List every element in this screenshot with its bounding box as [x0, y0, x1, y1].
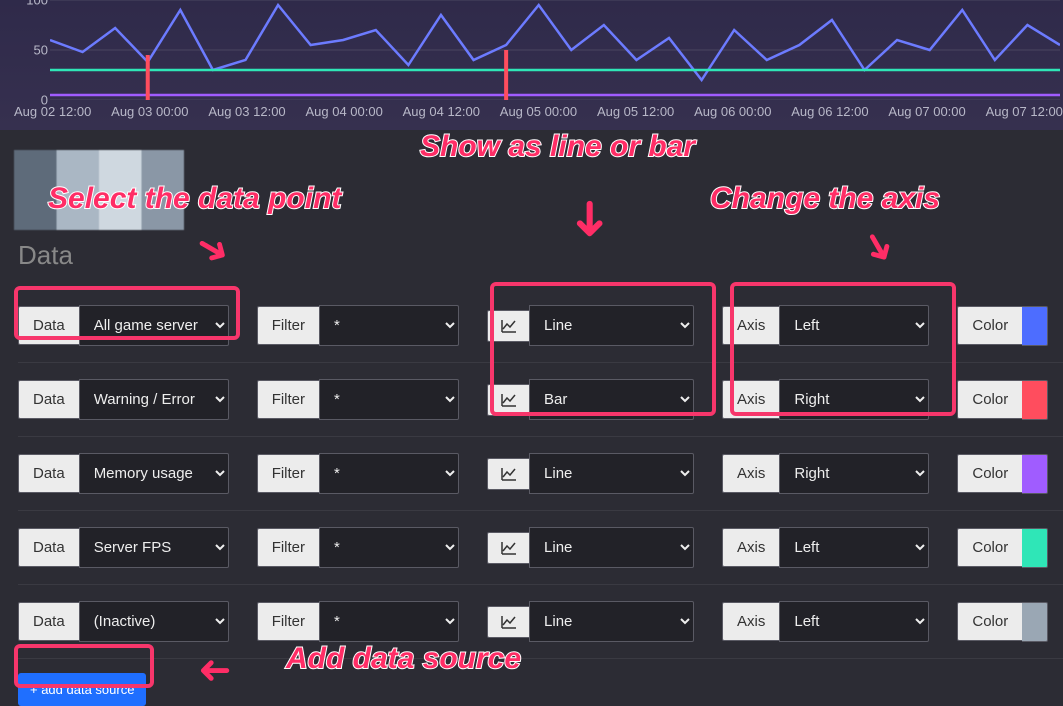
data-source-row: DataServer FPS Filter* Line AxisLeft Color	[18, 511, 1063, 585]
color-label: Color	[957, 528, 1022, 567]
x-tick: Aug 03 12:00	[208, 104, 285, 119]
x-tick: Aug 04 00:00	[305, 104, 382, 119]
data-label: Data	[18, 528, 79, 567]
axis-select[interactable]: Right	[779, 379, 929, 420]
filter-select[interactable]: *	[319, 527, 459, 568]
data-select[interactable]: Warning / Error	[79, 379, 229, 420]
axis-select[interactable]: Left	[779, 601, 929, 642]
axis-label: Axis	[722, 454, 779, 493]
filter-select[interactable]: *	[319, 453, 459, 494]
section-heading: Data	[18, 240, 1063, 271]
data-source-row: DataAll game server Filter* Line AxisLeft Co…	[18, 289, 1063, 363]
annotation-change-axis: Change the axis	[710, 182, 940, 216]
x-tick: Aug 05 12:00	[597, 104, 674, 119]
data-select[interactable]: (Inactive)	[79, 601, 229, 642]
filter-label: Filter	[257, 454, 319, 493]
data-select[interactable]: All game server	[79, 305, 229, 346]
color-swatch[interactable]	[1022, 454, 1048, 494]
x-tick: Aug 07 00:00	[888, 104, 965, 119]
chart-type-icon	[487, 532, 529, 564]
filter-select[interactable]: *	[319, 305, 459, 346]
filter-select[interactable]: *	[319, 601, 459, 642]
x-tick: Aug 06 12:00	[791, 104, 868, 119]
data-source-row: DataMemory usage Filter* Line AxisRight Colo…	[18, 437, 1063, 511]
x-tick: Aug 04 12:00	[403, 104, 480, 119]
chart-type-select[interactable]: Line	[529, 601, 694, 642]
x-tick: Aug 06 00:00	[694, 104, 771, 119]
y-axis-ticks: 100 50 0	[14, 0, 48, 100]
chart-plot	[50, 0, 1060, 100]
color-label: Color	[957, 602, 1022, 641]
annotation-add-source: Add data source	[286, 642, 521, 676]
data-source-rows: DataAll game serverFilter*LineAxisLeftCo…	[0, 289, 1063, 659]
axis-select[interactable]: Left	[779, 305, 929, 346]
arrow-icon: ➜	[198, 648, 232, 694]
chart-type-select[interactable]: Line	[529, 453, 694, 494]
y-tick: 50	[34, 43, 48, 58]
data-label: Data	[18, 454, 79, 493]
data-label: Data	[18, 306, 79, 345]
color-swatch[interactable]	[1022, 528, 1048, 568]
axis-label: Axis	[722, 602, 779, 641]
x-tick: Aug 03 00:00	[111, 104, 188, 119]
x-tick: Aug 05 00:00	[500, 104, 577, 119]
color-label: Color	[957, 380, 1022, 419]
axis-select[interactable]: Left	[779, 527, 929, 568]
color-label: Color	[957, 306, 1022, 345]
x-tick: Aug 07 12:00	[986, 104, 1063, 119]
color-swatch[interactable]	[1022, 380, 1048, 420]
chart-type-select[interactable]: Line	[529, 305, 694, 346]
chart-type-icon	[487, 606, 529, 638]
filter-label: Filter	[257, 306, 319, 345]
y-tick: 100	[26, 0, 48, 8]
data-label: Data	[18, 380, 79, 419]
axis-label: Axis	[722, 380, 779, 419]
filter-label: Filter	[257, 602, 319, 641]
annotation-select-data: Select the data point	[48, 182, 341, 216]
axis-label: Axis	[722, 528, 779, 567]
add-data-source-button[interactable]: + add data source	[18, 673, 146, 706]
axis-select[interactable]: Right	[779, 453, 929, 494]
axis-label: Axis	[722, 306, 779, 345]
chart-type-select[interactable]: Bar	[529, 379, 694, 420]
chart-type-icon	[487, 310, 529, 342]
data-source-row: DataWarning / Error Filter* Bar AxisRight Co…	[18, 363, 1063, 437]
color-swatch[interactable]	[1022, 306, 1048, 346]
metrics-chart: 100 50 0 Aug 02 12:00 Aug 03 00:00 Aug 03 …	[0, 0, 1063, 130]
data-select[interactable]: Server FPS	[79, 527, 229, 568]
filter-label: Filter	[257, 380, 319, 419]
data-label: Data	[18, 602, 79, 641]
color-label: Color	[957, 454, 1022, 493]
filter-label: Filter	[257, 528, 319, 567]
chart-type-icon	[487, 384, 529, 416]
x-axis-ticks: Aug 02 12:00 Aug 03 00:00 Aug 03 12:00 Aug …	[14, 104, 1063, 119]
arrow-icon: ➜	[562, 198, 620, 240]
filter-select[interactable]: *	[319, 379, 459, 420]
color-swatch[interactable]	[1022, 602, 1048, 642]
data-select[interactable]: Memory usage	[79, 453, 229, 494]
data-source-row: Data(Inactive) Filter* Line AxisLeft Color	[18, 585, 1063, 659]
annotation-show-as: Show as line or bar	[420, 130, 695, 164]
x-tick: Aug 02 12:00	[14, 104, 91, 119]
chart-type-icon	[487, 458, 529, 490]
chart-type-select[interactable]: Line	[529, 527, 694, 568]
